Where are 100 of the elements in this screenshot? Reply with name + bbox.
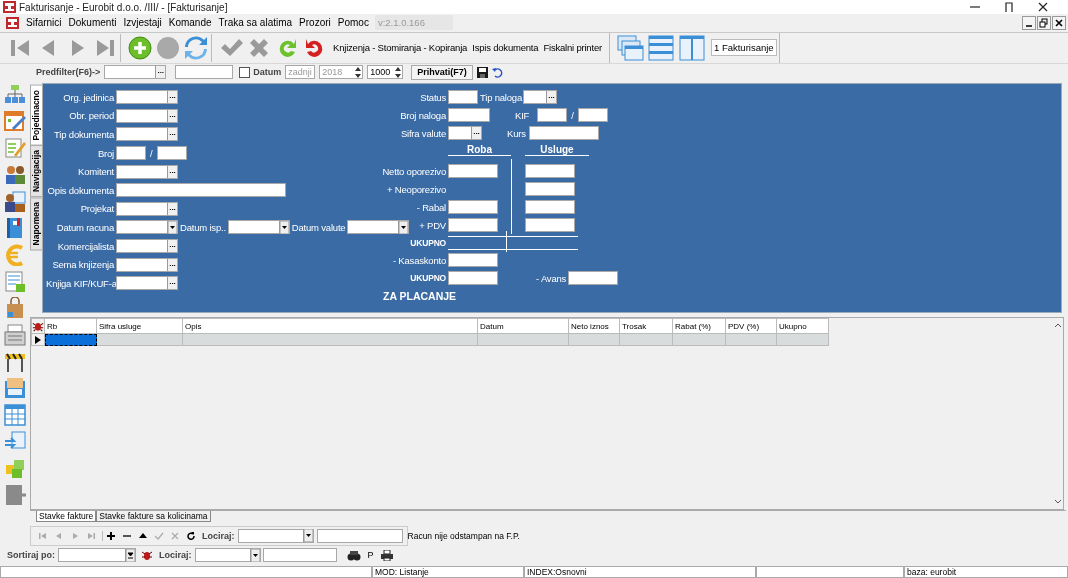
- check-icon[interactable]: [154, 530, 164, 541]
- menu-item[interactable]: Sifarnici: [26, 17, 62, 29]
- undo-icon[interactable]: [491, 66, 503, 78]
- dropdown-arrow-icon[interactable]: [302, 529, 313, 543]
- menu-item[interactable]: Prozori: [299, 17, 331, 29]
- tile-vertical-icon[interactable]: [676, 33, 707, 62]
- lookup-field[interactable]: ...: [104, 65, 167, 80]
- org-chart-icon[interactable]: [4, 83, 26, 106]
- toolbar-button[interactable]: Knjizenja - Stomiranja - Kopiranja: [333, 42, 468, 54]
- column-header[interactable]: Trosak: [620, 318, 673, 335]
- checklist-icon[interactable]: [4, 137, 26, 160]
- lookup-button[interactable]: ...: [167, 258, 177, 271]
- lookup-field[interactable]: ...: [116, 127, 178, 142]
- shopping-bag-icon[interactable]: [4, 297, 26, 320]
- amount-field[interactable]: [448, 253, 498, 268]
- column-header[interactable]: Neto iznos: [569, 318, 620, 335]
- input-field[interactable]: [448, 108, 490, 123]
- date-dropdown[interactable]: [347, 220, 410, 235]
- lookup-field[interactable]: ...: [116, 239, 178, 254]
- spin-arrows-icon[interactable]: [354, 65, 363, 79]
- column-header[interactable]: PDV (%): [726, 318, 777, 335]
- menu-item[interactable]: Izvjestaji: [123, 17, 162, 29]
- exit-icon[interactable]: [4, 484, 26, 507]
- checkbox[interactable]: [239, 66, 251, 78]
- toolbar-button[interactable]: Fiskalni printer: [543, 42, 602, 54]
- bottom-tab[interactable]: Stavke fakture sa kolicinama: [96, 511, 211, 523]
- menu-item[interactable]: Traka sa alatima: [218, 17, 293, 29]
- column-header[interactable]: Ukupno: [777, 318, 829, 335]
- sort-dropdown[interactable]: [58, 548, 136, 563]
- close-icon[interactable]: [1052, 15, 1066, 30]
- scroll-up-icon[interactable]: [1054, 322, 1062, 329]
- presenter-icon[interactable]: [4, 190, 26, 213]
- amount-field[interactable]: [448, 271, 498, 286]
- lookup-field[interactable]: ...: [116, 257, 178, 272]
- input-field[interactable]: [116, 146, 146, 161]
- amount-field[interactable]: [568, 271, 619, 286]
- date-dropdown[interactable]: [116, 220, 178, 235]
- table-cell[interactable]: [777, 334, 829, 347]
- print-preview-button[interactable]: P: [367, 550, 374, 561]
- maximize-icon[interactable]: [1003, 1, 1015, 14]
- apply-button[interactable]: Prihvati(F7): [411, 64, 473, 80]
- bottom-tab[interactable]: Stavke fakture: [36, 511, 97, 523]
- amount-field[interactable]: [448, 164, 498, 179]
- amount-field[interactable]: [448, 200, 498, 215]
- plus-icon[interactable]: [102, 530, 116, 541]
- lookup-button[interactable]: ...: [167, 91, 177, 104]
- lookup-button[interactable]: ...: [167, 277, 177, 290]
- tile-horizontal-icon[interactable]: [645, 33, 676, 62]
- lookup-button[interactable]: ...: [167, 128, 177, 141]
- save-icon[interactable]: [476, 66, 488, 78]
- input-field[interactable]: [448, 90, 478, 105]
- lookup-field[interactable]: ...: [116, 108, 178, 123]
- binoculars-icon[interactable]: [346, 549, 361, 561]
- lookup-field[interactable]: ...: [448, 126, 482, 141]
- lookup-button[interactable]: ...: [167, 202, 177, 215]
- input-field[interactable]: [156, 146, 187, 161]
- input-field[interactable]: [528, 126, 599, 141]
- table-cell[interactable]: [673, 334, 726, 347]
- side-tab[interactable]: Pojedinacno: [30, 84, 43, 146]
- dropdown-arrow-icon[interactable]: [125, 548, 135, 562]
- spin-arrows-icon[interactable]: [394, 65, 403, 79]
- close-icon[interactable]: [1037, 1, 1049, 14]
- lookup-field[interactable]: ...: [116, 164, 178, 179]
- refresh-icon[interactable]: [186, 530, 196, 541]
- amount-field[interactable]: [525, 200, 575, 215]
- table-cell[interactable]: [620, 334, 673, 347]
- bug-icon[interactable]: [141, 549, 153, 562]
- bug-icon[interactable]: [31, 318, 45, 335]
- amount-field[interactable]: [525, 182, 575, 197]
- table-cell[interactable]: [726, 334, 777, 347]
- menu-item[interactable]: Komande: [168, 17, 212, 29]
- dropdown-arrow-icon[interactable]: [278, 220, 289, 234]
- people-icon[interactable]: [4, 163, 26, 186]
- menu-item[interactable]: Pomoc: [337, 17, 369, 29]
- column-header[interactable]: Rabat (%): [673, 318, 726, 335]
- table-cell[interactable]: [478, 334, 569, 347]
- lookup-field[interactable]: ...: [523, 90, 557, 105]
- input-field[interactable]: [537, 108, 568, 123]
- lookup-field[interactable]: ...: [116, 201, 178, 216]
- locate-field[interactable]: [262, 548, 337, 563]
- lookup-button[interactable]: ...: [546, 91, 556, 104]
- lookup-button[interactable]: ...: [167, 165, 177, 178]
- amount-field[interactable]: [525, 218, 575, 233]
- table-cell[interactable]: [183, 334, 478, 347]
- column-header[interactable]: Datum: [478, 318, 569, 335]
- column-header[interactable]: Rb: [45, 318, 97, 335]
- lookup-field[interactable]: ...: [116, 276, 178, 291]
- lookup-field[interactable]: ...: [116, 90, 178, 105]
- table-cell[interactable]: [45, 334, 97, 347]
- side-tab[interactable]: Navigacija: [30, 145, 43, 198]
- text-field[interactable]: [175, 65, 234, 80]
- table-cell[interactable]: [97, 334, 183, 347]
- toolbar-button[interactable]: Ispis dokumenta: [472, 42, 539, 54]
- locate-field[interactable]: [316, 528, 403, 543]
- dropdown-arrow-icon[interactable]: [398, 220, 409, 234]
- table-cell[interactable]: [569, 334, 620, 347]
- date-dropdown[interactable]: [227, 220, 290, 235]
- printer-icon[interactable]: [380, 549, 393, 561]
- cascade-windows-icon[interactable]: [614, 33, 645, 62]
- input-field[interactable]: [577, 108, 608, 123]
